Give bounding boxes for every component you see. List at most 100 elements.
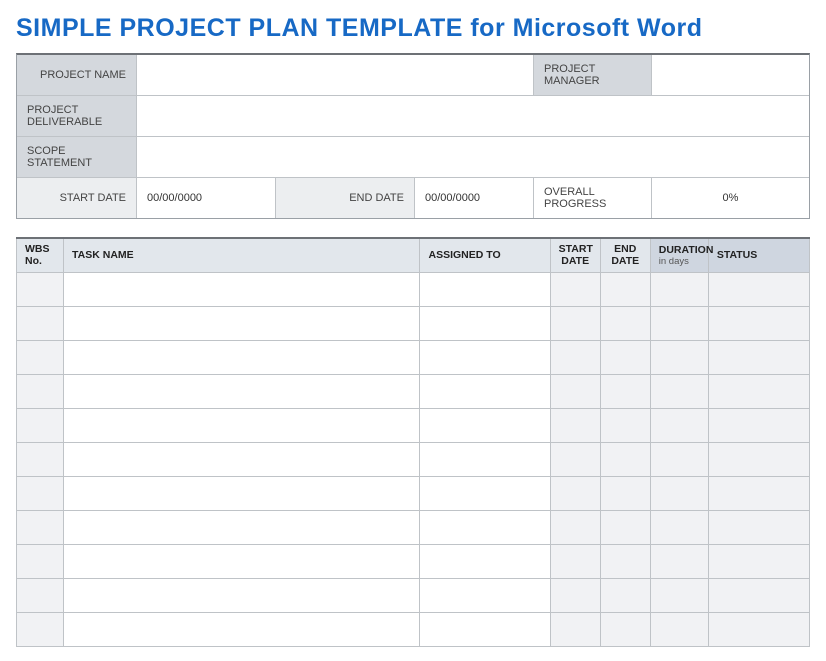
project-deliverable-label: PROJECT DELIVERABLE <box>17 95 136 136</box>
status-cell[interactable] <box>708 578 809 612</box>
end-date-cell[interactable] <box>600 272 650 306</box>
end-date-cell[interactable] <box>600 374 650 408</box>
task-name-cell[interactable] <box>64 544 420 578</box>
duration-cell[interactable] <box>650 442 708 476</box>
table-row <box>17 612 810 646</box>
task-name-cell[interactable] <box>64 510 420 544</box>
end-date-cell[interactable] <box>600 442 650 476</box>
task-name-cell[interactable] <box>64 306 420 340</box>
status-cell[interactable] <box>708 306 809 340</box>
task-name-cell[interactable] <box>64 476 420 510</box>
assigned-to-cell[interactable] <box>420 476 550 510</box>
wbs-cell[interactable] <box>17 306 64 340</box>
start-date-cell[interactable] <box>550 272 600 306</box>
status-cell[interactable] <box>708 340 809 374</box>
start-date-cell[interactable] <box>550 544 600 578</box>
duration-cell[interactable] <box>650 544 708 578</box>
start-date-cell[interactable] <box>550 510 600 544</box>
end-date-cell[interactable] <box>600 544 650 578</box>
meta-row-name-manager: PROJECT NAME PROJECT MANAGER <box>17 55 809 95</box>
wbs-cell[interactable] <box>17 442 64 476</box>
project-meta-block: PROJECT NAME PROJECT MANAGER PROJECT DEL… <box>16 53 810 219</box>
assigned-to-cell[interactable] <box>420 442 550 476</box>
start-date-cell[interactable] <box>550 578 600 612</box>
header-duration-sub: in days <box>659 256 700 267</box>
start-date-cell[interactable] <box>550 612 600 646</box>
duration-cell[interactable] <box>650 340 708 374</box>
end-date-value[interactable]: 00/00/0000 <box>414 177 533 218</box>
header-duration: DURATION in days <box>650 238 708 272</box>
assigned-to-cell[interactable] <box>420 374 550 408</box>
task-name-cell[interactable] <box>64 272 420 306</box>
status-cell[interactable] <box>708 510 809 544</box>
wbs-cell[interactable] <box>17 340 64 374</box>
status-cell[interactable] <box>708 442 809 476</box>
duration-cell[interactable] <box>650 612 708 646</box>
start-date-value[interactable]: 00/00/0000 <box>136 177 275 218</box>
end-date-cell[interactable] <box>600 408 650 442</box>
duration-cell[interactable] <box>650 374 708 408</box>
end-date-cell[interactable] <box>600 510 650 544</box>
wbs-cell[interactable] <box>17 612 64 646</box>
header-task-name: TASK NAME <box>64 238 420 272</box>
table-row <box>17 476 810 510</box>
assigned-to-cell[interactable] <box>420 578 550 612</box>
start-date-label: START DATE <box>17 177 136 218</box>
task-name-cell[interactable] <box>64 442 420 476</box>
status-cell[interactable] <box>708 272 809 306</box>
end-date-cell[interactable] <box>600 612 650 646</box>
duration-cell[interactable] <box>650 476 708 510</box>
duration-cell[interactable] <box>650 578 708 612</box>
assigned-to-cell[interactable] <box>420 340 550 374</box>
start-date-cell[interactable] <box>550 374 600 408</box>
start-date-cell[interactable] <box>550 306 600 340</box>
wbs-cell[interactable] <box>17 272 64 306</box>
status-cell[interactable] <box>708 612 809 646</box>
wbs-cell[interactable] <box>17 578 64 612</box>
status-cell[interactable] <box>708 476 809 510</box>
project-manager-label: PROJECT MANAGER <box>533 55 651 95</box>
table-row <box>17 374 810 408</box>
start-date-cell[interactable] <box>550 476 600 510</box>
assigned-to-cell[interactable] <box>420 510 550 544</box>
overall-progress-value[interactable]: 0% <box>651 177 809 218</box>
duration-cell[interactable] <box>650 408 708 442</box>
project-manager-value[interactable] <box>651 55 809 95</box>
start-date-cell[interactable] <box>550 340 600 374</box>
start-date-cell[interactable] <box>550 408 600 442</box>
end-date-cell[interactable] <box>600 340 650 374</box>
start-date-cell[interactable] <box>550 442 600 476</box>
duration-cell[interactable] <box>650 510 708 544</box>
scope-statement-value[interactable] <box>136 136 809 177</box>
duration-cell[interactable] <box>650 306 708 340</box>
task-name-cell[interactable] <box>64 408 420 442</box>
wbs-cell[interactable] <box>17 510 64 544</box>
end-date-cell[interactable] <box>600 306 650 340</box>
project-deliverable-value[interactable] <box>136 95 809 136</box>
meta-row-dates-progress: START DATE 00/00/0000 END DATE 00/00/000… <box>17 177 809 218</box>
task-name-cell[interactable] <box>64 340 420 374</box>
assigned-to-cell[interactable] <box>420 272 550 306</box>
assigned-to-cell[interactable] <box>420 612 550 646</box>
status-cell[interactable] <box>708 408 809 442</box>
wbs-cell[interactable] <box>17 544 64 578</box>
assigned-to-cell[interactable] <box>420 408 550 442</box>
project-name-value[interactable] <box>136 55 533 95</box>
duration-cell[interactable] <box>650 272 708 306</box>
task-name-cell[interactable] <box>64 578 420 612</box>
assigned-to-cell[interactable] <box>420 306 550 340</box>
assigned-to-cell[interactable] <box>420 544 550 578</box>
task-name-cell[interactable] <box>64 612 420 646</box>
project-name-label: PROJECT NAME <box>17 55 136 95</box>
wbs-cell[interactable] <box>17 476 64 510</box>
wbs-cell[interactable] <box>17 374 64 408</box>
end-date-cell[interactable] <box>600 578 650 612</box>
end-date-cell[interactable] <box>600 476 650 510</box>
task-name-cell[interactable] <box>64 374 420 408</box>
header-wbs: WBS No. <box>17 238 64 272</box>
header-start-date: START DATE <box>550 238 600 272</box>
status-cell[interactable] <box>708 544 809 578</box>
meta-row-scope: SCOPE STATEMENT <box>17 136 809 177</box>
wbs-cell[interactable] <box>17 408 64 442</box>
status-cell[interactable] <box>708 374 809 408</box>
